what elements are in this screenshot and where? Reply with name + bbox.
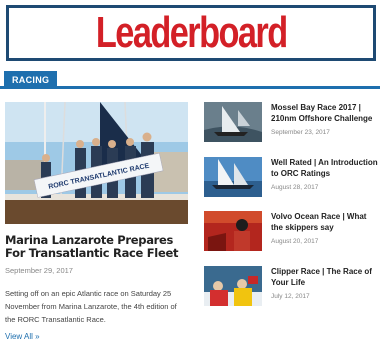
featured-article: RORC TRANSATLANTIC RACE Marina Lanzarote…	[5, 102, 188, 340]
featured-article-title[interactable]: Marina Lanzarote Prepares For Transatlan…	[5, 234, 188, 260]
list-item[interactable]: Clipper Race | The Race of Your Life Jul…	[204, 266, 380, 310]
article-title[interactable]: Mossel Bay Race 2017 | 210nm Offshore Ch…	[271, 103, 380, 124]
featured-article-date: September 29, 2017	[5, 266, 73, 275]
list-item[interactable]: Mossel Bay Race 2017 | 210nm Offshore Ch…	[204, 102, 380, 146]
list-item-text: Clipper Race | The Race of Your Life Jul…	[271, 267, 380, 300]
featured-article-excerpt: Setting off on an epic Atlantic race on …	[5, 289, 177, 324]
article-date: August 20, 2017	[271, 238, 319, 245]
section-bar: RACING	[0, 71, 380, 89]
article-title[interactable]: Clipper Race | The Race of Your Life	[271, 267, 380, 288]
tab-racing[interactable]: RACING	[4, 71, 58, 89]
article-title[interactable]: Well Rated | An Introduction to ORC Rati…	[271, 158, 380, 179]
article-thumbnail[interactable]	[204, 102, 262, 142]
list-item-text: Well Rated | An Introduction to ORC Rati…	[271, 158, 380, 191]
list-item-text: Mossel Bay Race 2017 | 210nm Offshore Ch…	[271, 103, 380, 136]
article-title[interactable]: Volvo Ocean Race | What the skippers say	[271, 212, 380, 233]
article-date: September 23, 2017	[271, 129, 330, 136]
list-item[interactable]: Well Rated | An Introduction to ORC Rati…	[204, 157, 380, 201]
article-thumbnail[interactable]	[204, 211, 262, 251]
featured-image[interactable]: RORC TRANSATLANTIC RACE	[5, 102, 188, 224]
view-all-link[interactable]: View All »	[5, 332, 188, 340]
list-item-text: Volvo Ocean Race | What the skippers say…	[271, 212, 380, 245]
article-date: August 28, 2017	[271, 184, 319, 191]
masthead: Leaderboard	[6, 5, 376, 61]
featured-photo-svg: RORC TRANSATLANTIC RACE	[5, 102, 188, 224]
site-logo-title[interactable]: Leaderboard	[96, 11, 288, 55]
article-date: July 12, 2017	[271, 293, 310, 300]
article-thumbnail[interactable]	[204, 266, 262, 306]
article-thumbnail[interactable]	[204, 157, 262, 197]
list-item[interactable]: Volvo Ocean Race | What the skippers say…	[204, 211, 380, 255]
